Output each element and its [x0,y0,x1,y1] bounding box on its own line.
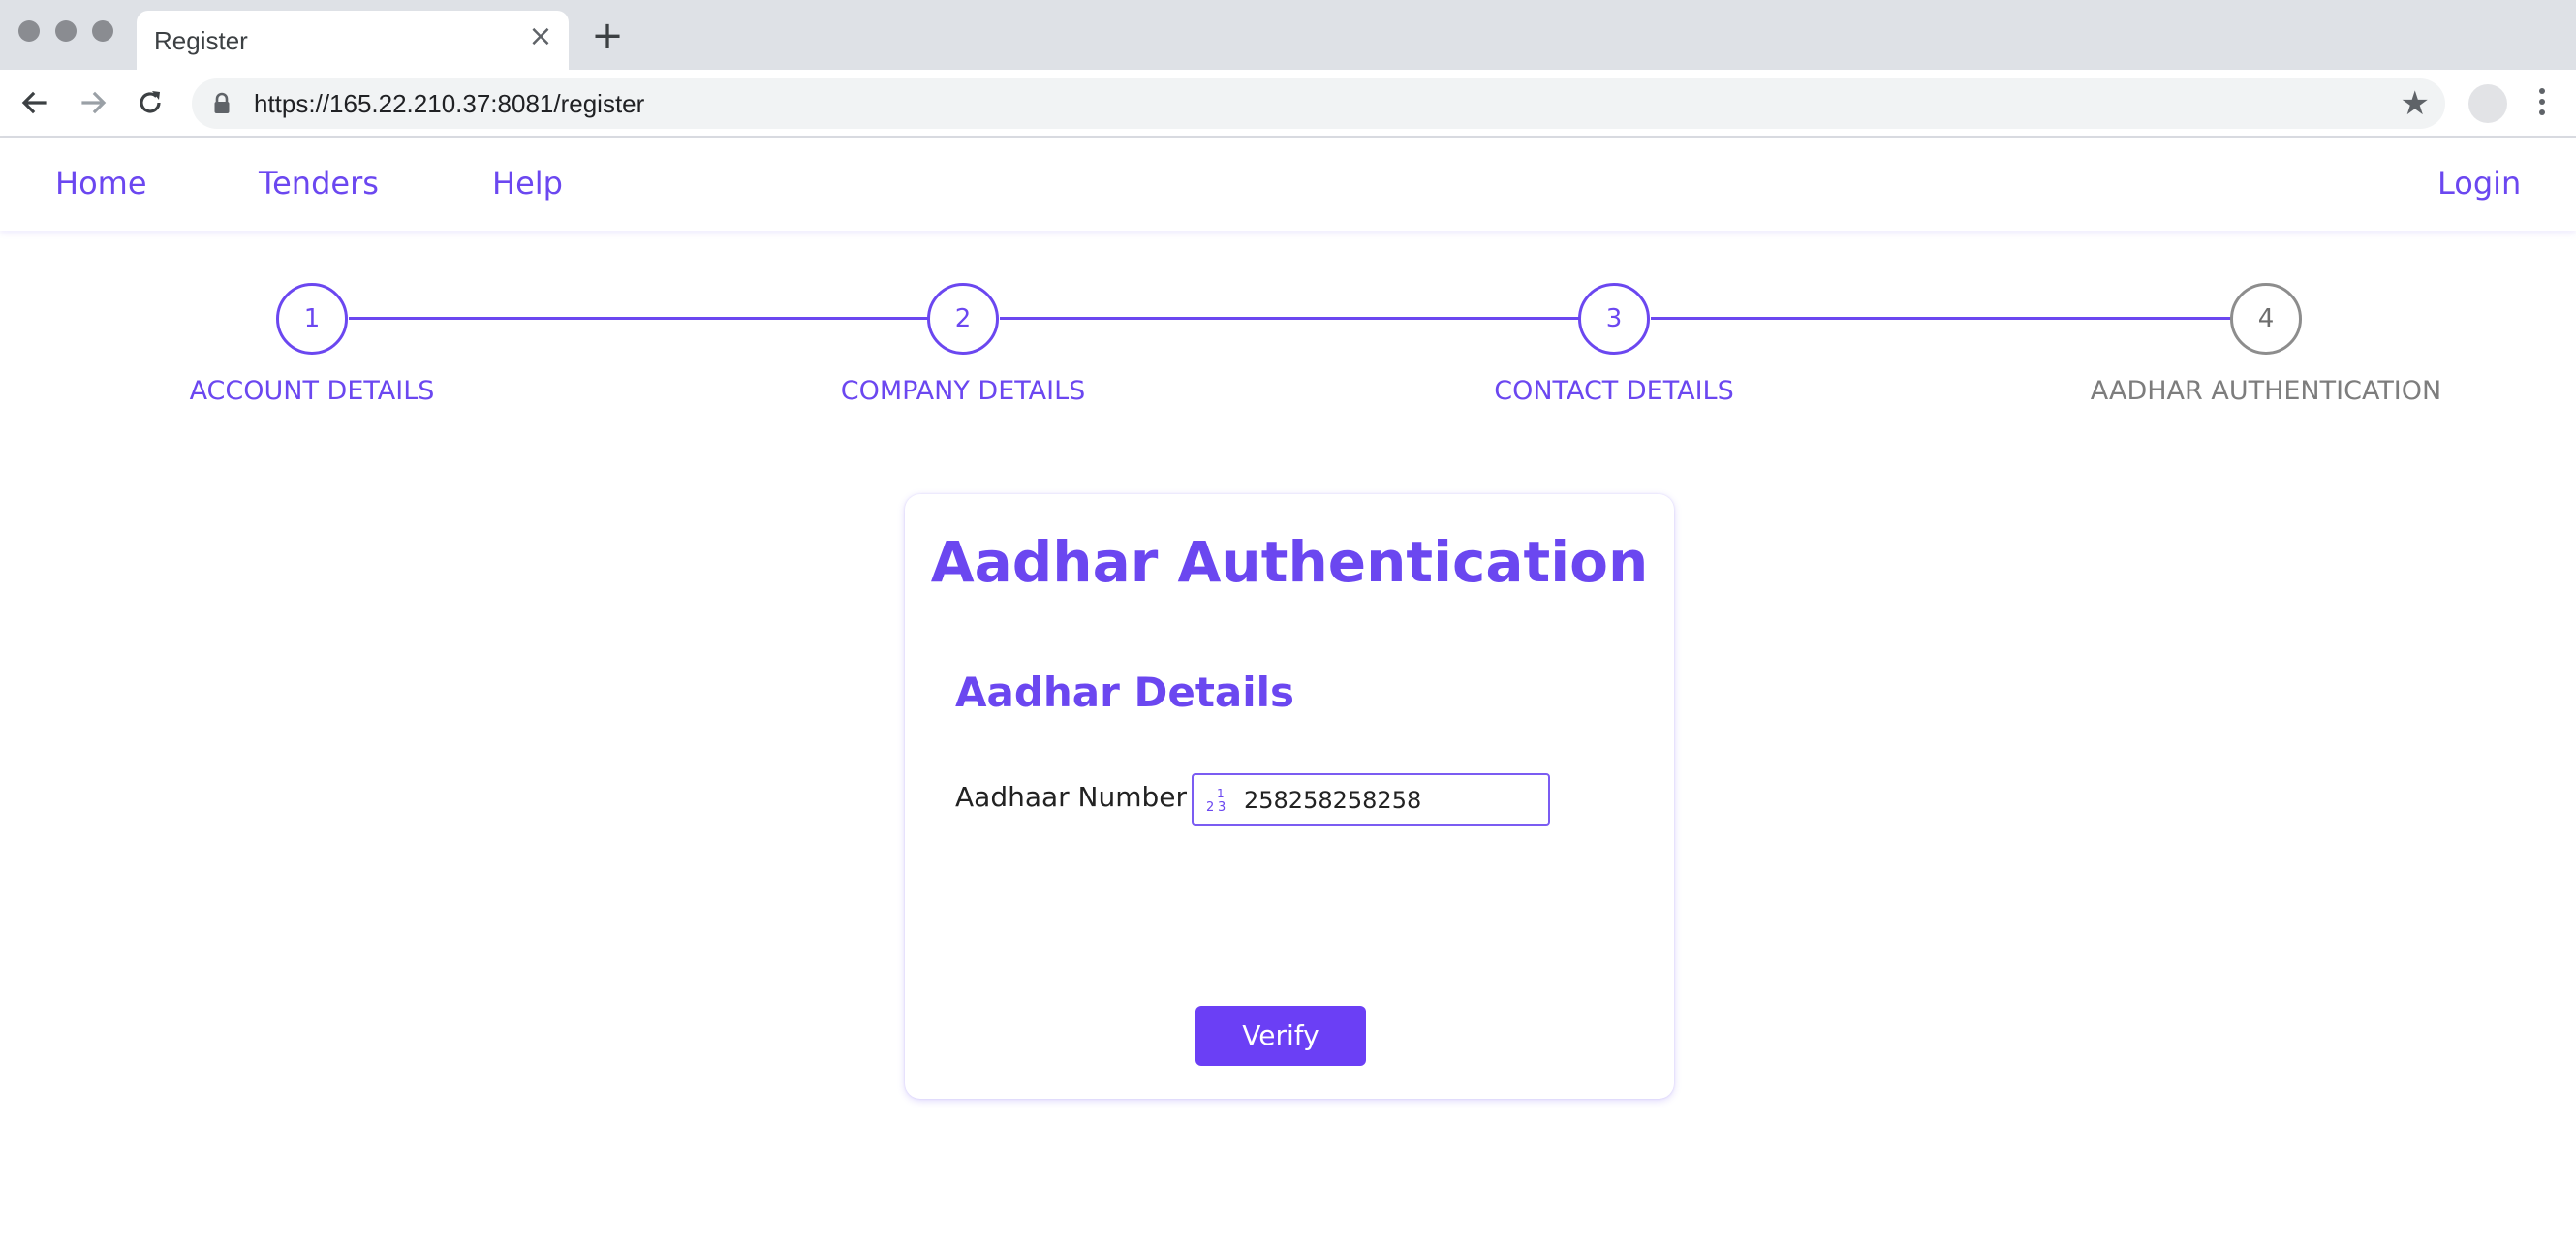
step-1-circle[interactable]: 1 [276,283,348,355]
address-url: https://165.22.210.37:8081/register [254,89,645,118]
card-title: Aadhar Authentication [930,529,1649,595]
browser-toolbar: https://165.22.210.37:8081/register ★ [0,70,2576,138]
profile-avatar-icon[interactable] [2468,84,2507,123]
aadhaar-number-input[interactable] [1244,784,1535,817]
nav-tenders-link[interactable]: Tenders [259,165,379,202]
stepper-connector [349,317,930,320]
step-2-circle[interactable]: 2 [927,283,999,355]
kebab-menu-icon[interactable] [2532,85,2552,124]
tab-title: Register [154,26,248,55]
step-3-circle[interactable]: 3 [1578,283,1650,355]
step-4-circle[interactable]: 4 [2230,283,2302,355]
svg-text:3: 3 [1218,800,1226,815]
address-bar[interactable]: https://165.22.210.37:8081/register ★ [192,78,2445,129]
aadhar-details-heading: Aadhar Details [955,669,1295,716]
reload-icon[interactable] [131,83,170,122]
browser-tab[interactable]: Register × [137,11,569,71]
forward-arrow-icon[interactable] [74,83,112,122]
aadhar-authentication-card: Aadhar Authentication Aadhar Details Aad… [905,494,1674,1099]
bookmark-star-icon[interactable]: ★ [2401,86,2430,121]
step-2-label: COMPANY DETAILS [840,376,1086,406]
aadhaar-number-label: Aadhaar Number [955,781,1188,813]
close-icon[interactable]: × [526,22,555,51]
stepper-connector [1651,317,2234,320]
window-minimize-dot[interactable] [55,20,77,42]
numeric-input-icon: 1 2 3 [1203,786,1232,815]
site-navbar: Home Tenders Help Login [0,138,2576,231]
verify-button[interactable]: Verify [1195,1006,1366,1066]
stepper-connector [1000,317,1581,320]
nav-home-link[interactable]: Home [55,165,147,202]
step-1-label: ACCOUNT DETAILS [189,376,435,406]
browser-tab-strip: Register × + [0,0,2576,71]
nav-help-link[interactable]: Help [492,165,563,202]
step-3-label: CONTACT DETAILS [1494,376,1734,406]
step-4-label: AADHAR AUTHENTICATION [2090,376,2442,406]
svg-text:2: 2 [1206,800,1214,815]
svg-text:1: 1 [1217,787,1225,800]
back-arrow-icon[interactable] [16,83,54,122]
new-tab-icon[interactable]: + [591,16,624,55]
window-maximize-dot[interactable] [92,20,113,42]
aadhaar-number-field[interactable]: 1 2 3 [1192,773,1550,826]
nav-login-link[interactable]: Login [2437,165,2521,202]
lock-icon [213,92,231,119]
window-close-dot[interactable] [18,20,40,42]
